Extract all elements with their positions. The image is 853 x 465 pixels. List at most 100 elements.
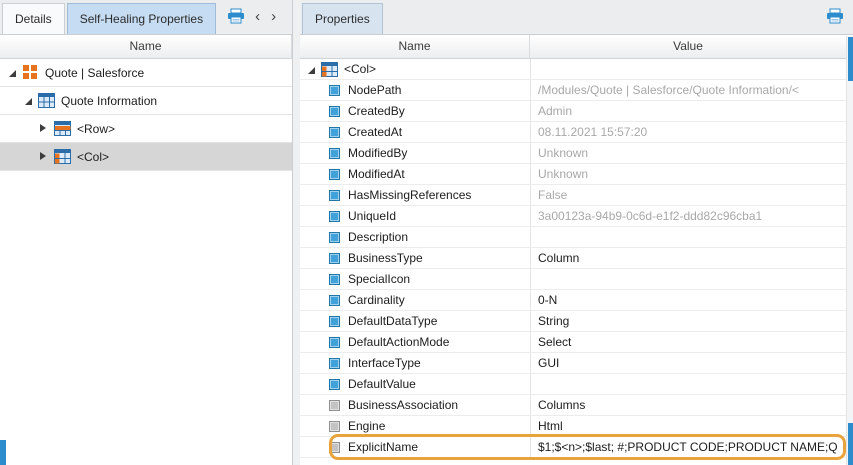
property-row-cardinality[interactable]: Cardinality 0-N: [300, 290, 846, 311]
property-icon: [329, 148, 340, 159]
property-value[interactable]: [530, 59, 846, 79]
property-name: DefaultActionMode: [348, 335, 449, 349]
property-value[interactable]: Html: [530, 416, 846, 436]
property-value[interactable]: /Modules/Quote | Salesforce/Quote Inform…: [530, 80, 846, 100]
property-value[interactable]: GUI: [530, 353, 846, 373]
property-row-businessassociation[interactable]: BusinessAssociation Columns: [300, 395, 846, 416]
property-name: HasMissingReferences: [348, 188, 471, 202]
printer-icon[interactable]: [826, 8, 844, 27]
tree-item-label: <Col>: [77, 150, 109, 164]
tree-item-label: Quote | Salesforce: [45, 66, 144, 80]
property-icon: [329, 316, 340, 327]
property-value[interactable]: String: [530, 311, 846, 331]
property-name: <Col>: [344, 62, 376, 76]
property-row-specialicon[interactable]: SpecialIcon: [300, 269, 846, 290]
property-value[interactable]: $1;$<n>;$last; #;PRODUCT CODE;PRODUCT NA…: [530, 437, 846, 457]
property-name: SpecialIcon: [348, 272, 410, 286]
property-name: UniqueId: [348, 209, 396, 223]
property-value[interactable]: Admin: [530, 101, 846, 121]
property-row-engine[interactable]: Engine Html: [300, 416, 846, 437]
collapse-arrow-icon[interactable]: [38, 123, 49, 134]
property-row-uniqueid[interactable]: UniqueId 3a00123a-94b9-0c6d-e1f2-ddd82c9…: [300, 206, 846, 227]
property-row-defaultvalue[interactable]: DefaultValue: [300, 374, 846, 395]
property-icon: [329, 379, 340, 390]
property-row-defaultdatatype[interactable]: DefaultDataType String: [300, 311, 846, 332]
left-scrollbar-thumb[interactable]: [0, 440, 6, 465]
property-value[interactable]: Column: [530, 248, 846, 268]
scrollbar-thumb[interactable]: [848, 423, 853, 465]
property-root-row[interactable]: <Col>: [300, 59, 846, 80]
printer-icon[interactable]: [227, 8, 245, 27]
property-row-createdby[interactable]: CreatedBy Admin: [300, 101, 846, 122]
tree-item-label: <Row>: [77, 122, 115, 136]
properties-panel: Properties Name Value <Col>: [300, 0, 853, 465]
property-icon: [329, 295, 340, 306]
property-value[interactable]: 0-N: [530, 290, 846, 310]
property-value[interactable]: Unknown: [530, 143, 846, 163]
property-icon: [329, 106, 340, 117]
property-row-explicitname[interactable]: ExplicitName $1;$<n>;$last; #;PRODUCT CO…: [300, 437, 846, 458]
property-icon: [329, 400, 340, 411]
module-tree: Quote | Salesforce Quote Information <Ro…: [0, 59, 292, 465]
property-value[interactable]: Unknown: [530, 164, 846, 184]
value-column-header[interactable]: Value: [530, 35, 846, 58]
property-row-nodepath[interactable]: NodePath /Modules/Quote | Salesforce/Quo…: [300, 80, 846, 101]
collapse-arrow-icon[interactable]: [38, 151, 49, 162]
property-row-createdat[interactable]: CreatedAt 08.11.2021 15:57:20: [300, 122, 846, 143]
tab-properties[interactable]: Properties: [302, 3, 383, 34]
property-name: BusinessAssociation: [348, 398, 458, 412]
col-icon: [321, 62, 338, 77]
property-value[interactable]: [530, 227, 846, 247]
property-icon: [329, 358, 340, 369]
property-icon: [329, 169, 340, 180]
tab-details[interactable]: Details: [2, 3, 65, 34]
table-icon: [38, 93, 55, 108]
property-name: Cardinality: [348, 293, 405, 307]
expand-arrow-icon[interactable]: [305, 64, 316, 75]
property-value[interactable]: False: [530, 185, 846, 205]
property-row-description[interactable]: Description: [300, 227, 846, 248]
property-icon: [329, 274, 340, 285]
tab-scroll-right-icon[interactable]: ›: [270, 10, 277, 24]
left-tabbar: Details Self-Healing Properties ‹ ›: [0, 0, 292, 35]
property-value[interactable]: Columns: [530, 395, 846, 415]
property-value[interactable]: 08.11.2021 15:57:20: [530, 122, 846, 142]
property-name: NodePath: [348, 83, 401, 97]
name-column-header[interactable]: Name: [300, 35, 530, 58]
property-value[interactable]: [530, 374, 846, 394]
tree-item-quote-salesforce[interactable]: Quote | Salesforce: [0, 59, 292, 87]
tree-item-col[interactable]: <Col>: [0, 143, 292, 171]
property-icon: [329, 190, 340, 201]
property-row-businesstype[interactable]: BusinessType Column: [300, 248, 846, 269]
property-row-interfacetype[interactable]: InterfaceType GUI: [300, 353, 846, 374]
property-grid-header: Name Value: [300, 35, 846, 59]
property-icon: [329, 253, 340, 264]
vertical-scrollbar[interactable]: [846, 36, 853, 465]
tree-item-label: Quote Information: [61, 94, 157, 108]
tree-item-quote-information[interactable]: Quote Information: [0, 87, 292, 115]
property-name: InterfaceType: [348, 356, 421, 370]
property-row-modifiedat[interactable]: ModifiedAt Unknown: [300, 164, 846, 185]
tree-name-column-header[interactable]: Name: [0, 35, 292, 58]
property-icon: [329, 232, 340, 243]
expand-arrow-icon[interactable]: [22, 95, 33, 106]
tab-scroll-left-icon[interactable]: ‹: [254, 10, 261, 24]
expand-arrow-icon[interactable]: [6, 67, 17, 78]
property-value[interactable]: 3a00123a-94b9-0c6d-e1f2-ddd82c96cba1: [530, 206, 846, 226]
property-row-modifiedby[interactable]: ModifiedBy Unknown: [300, 143, 846, 164]
property-value[interactable]: Select: [530, 332, 846, 352]
tree-column-header: Name: [0, 35, 292, 59]
property-row-hasmissingreferences[interactable]: HasMissingReferences False: [300, 185, 846, 206]
property-icon: [329, 85, 340, 96]
property-value[interactable]: [530, 269, 846, 289]
scrollbar-thumb[interactable]: [848, 37, 853, 81]
col-icon: [54, 149, 71, 164]
property-name: BusinessType: [348, 251, 423, 265]
module-tree-panel: Details Self-Healing Properties ‹ › Name…: [0, 0, 293, 465]
property-row-defaultactionmode[interactable]: DefaultActionMode Select: [300, 332, 846, 353]
tosca-properties-window: Details Self-Healing Properties ‹ › Name…: [0, 0, 853, 465]
tree-item-row[interactable]: <Row>: [0, 115, 292, 143]
tab-self-healing-properties[interactable]: Self-Healing Properties: [67, 3, 216, 34]
module-icon: [22, 65, 39, 80]
right-tabbar: Properties: [300, 0, 853, 35]
